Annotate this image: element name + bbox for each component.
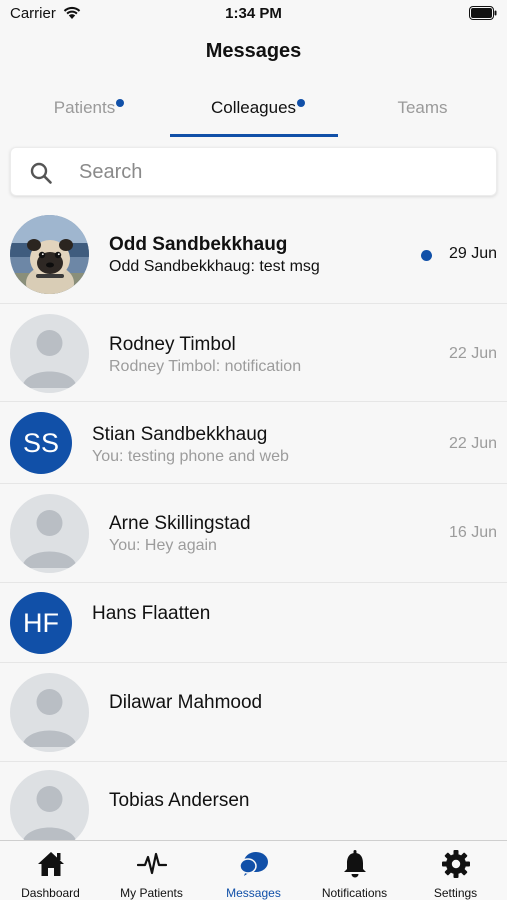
tab-teams[interactable]: Teams <box>338 88 507 136</box>
person-placeholder-icon <box>10 673 89 752</box>
message-date: 29 Jun <box>448 245 497 262</box>
tab-patients-unread-dot <box>116 99 125 107</box>
contact-name: Stian Sandbekkhaug <box>92 424 268 445</box>
clock-time: 1:34 PM <box>225 5 282 22</box>
avatar-initials: HF <box>10 592 72 654</box>
message-preview: You: Hey again <box>109 537 217 554</box>
avatar-photo <box>10 215 89 294</box>
contact-name: Odd Sandbekkhaug <box>109 234 288 255</box>
page-title: Messages <box>205 40 302 62</box>
person-placeholder-icon <box>10 494 89 573</box>
avatar-placeholder <box>10 494 89 573</box>
conversation-row[interactable]: Arne Skillingstad You: Hey again 16 Jun <box>0 484 507 583</box>
search-input[interactable] <box>79 158 479 186</box>
active-tab-indicator <box>170 134 338 137</box>
conversation-row[interactable]: Rodney Timbol Rodney Timbol: notificatio… <box>0 304 507 402</box>
home-icon <box>38 852 64 876</box>
message-preview: Odd Sandbekkhaug: test msg <box>109 258 320 275</box>
bottom-tab-bar: Dashboard My Patients Messages Notificat… <box>0 840 507 900</box>
tab-patients[interactable]: Patients <box>0 88 169 136</box>
bell-icon <box>344 850 366 878</box>
tab-dashboard[interactable]: Dashboard <box>0 841 101 900</box>
tab-my-patients-label: My Patients <box>120 886 183 900</box>
tab-settings[interactable]: Settings <box>405 841 507 900</box>
status-bar: Carrier 1:34 PM <box>0 0 507 30</box>
message-date: 22 Jun <box>448 435 497 452</box>
search-icon <box>30 162 52 184</box>
tab-teams-label: Teams <box>397 98 448 117</box>
avatar-initials: SS <box>10 412 72 474</box>
avatar-placeholder <box>10 673 89 752</box>
tab-notifications[interactable]: Notifications <box>304 841 405 900</box>
tab-my-patients[interactable]: My Patients <box>101 841 202 900</box>
tab-messages[interactable]: Messages <box>203 841 304 900</box>
contact-name: Hans Flaatten <box>92 603 211 624</box>
conversation-row[interactable]: HF Hans Flaatten <box>0 583 507 663</box>
conversation-row[interactable]: Tobias Andersen <box>0 762 507 840</box>
avatar-placeholder <box>10 314 89 393</box>
tab-dashboard-label: Dashboard <box>21 886 80 900</box>
conversation-row[interactable]: Odd Sandbekkhaug Odd Sandbekkhaug: test … <box>0 205 507 304</box>
person-placeholder-icon <box>10 770 89 840</box>
message-date: 16 Jun <box>448 524 497 541</box>
avatar-placeholder <box>10 770 89 840</box>
heartbeat-icon <box>137 852 167 875</box>
gear-icon <box>442 850 470 878</box>
conversation-row[interactable]: Dilawar Mahmood <box>0 663 507 762</box>
tab-colleagues-label: Colleagues <box>210 98 297 117</box>
search-bar[interactable] <box>10 147 497 196</box>
message-preview: You: testing phone and web <box>92 448 289 465</box>
tab-messages-label: Messages <box>226 886 281 900</box>
contact-name: Arne Skillingstad <box>109 513 251 534</box>
tab-colleagues-unread-dot <box>297 99 306 107</box>
person-placeholder-icon <box>10 314 89 393</box>
contact-name: Tobias Andersen <box>109 790 250 811</box>
battery-icon <box>469 6 497 20</box>
conversation-list[interactable]: Odd Sandbekkhaug Odd Sandbekkhaug: test … <box>0 205 507 840</box>
contact-name: Dilawar Mahmood <box>109 692 263 713</box>
message-preview: Rodney Timbol: notification <box>109 358 302 375</box>
tab-notifications-label: Notifications <box>321 886 388 900</box>
pug-photo-image <box>10 215 89 294</box>
unread-indicator <box>421 250 432 261</box>
tab-patients-label: Patients <box>53 98 116 117</box>
contact-name: Rodney Timbol <box>109 334 236 355</box>
message-date: 22 Jun <box>448 345 497 362</box>
message-category-tabs: Patients Colleagues Teams <box>0 88 507 138</box>
tab-settings-label: Settings <box>433 886 478 900</box>
conversation-row[interactable]: SS Stian Sandbekkhaug You: testing phone… <box>0 402 507 484</box>
tab-colleagues[interactable]: Colleagues <box>169 88 338 136</box>
chat-bubbles-icon <box>239 852 268 876</box>
